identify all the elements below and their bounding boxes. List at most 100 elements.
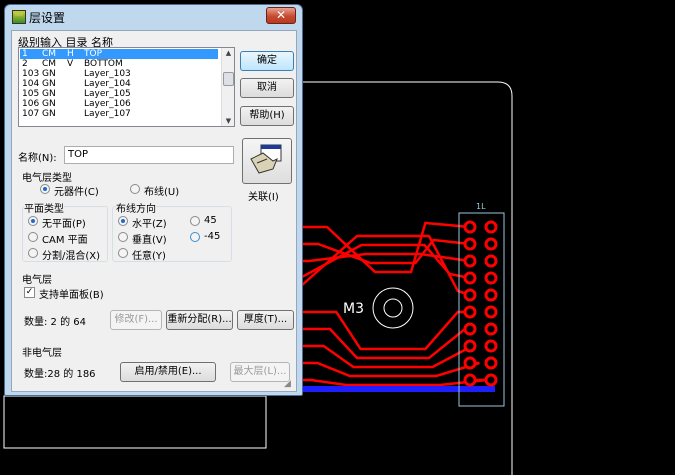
close-button[interactable]: ✕ — [266, 7, 296, 24]
layer-type-cell: GN — [42, 99, 56, 109]
connector-pad — [484, 271, 498, 285]
non-electrical-layer-count: 数量:28 的 186 — [24, 369, 96, 380]
dialog-title: 层设置 — [29, 11, 66, 25]
cam-plane-label: CAM 平面 — [42, 235, 88, 246]
layer-name-cell: Layer_103 — [84, 69, 131, 79]
scroll-up-arrow-icon[interactable]: ▲ — [223, 48, 234, 58]
cancel-button[interactable]: 取消 — [240, 78, 294, 98]
layer-level-cell: 107 — [22, 109, 40, 119]
split-mixed-label: 分割/混合(X) — [42, 251, 101, 262]
scroll-down-arrow-icon[interactable]: ▼ — [223, 116, 234, 126]
vertical-label: 垂直(V) — [132, 235, 167, 246]
layer-level-cell: 1 — [22, 49, 28, 59]
connector-pad — [463, 373, 477, 387]
scroll-thumb[interactable] — [223, 72, 234, 86]
horizontal-label: 水平(Z) — [132, 219, 167, 230]
electrical-layer-type-title: 电气层类型 — [22, 173, 72, 184]
connector-pad — [484, 237, 498, 251]
resize-grip-icon[interactable]: ◢ — [284, 379, 294, 389]
degm45-radio[interactable] — [190, 232, 200, 242]
component-label: M3 — [343, 301, 364, 317]
connector-ref-label: 1L — [476, 202, 486, 211]
mounting-hole-outer — [372, 287, 414, 329]
app-icon — [12, 10, 26, 24]
connector-pad — [484, 373, 498, 387]
deg45-radio[interactable] — [190, 216, 200, 226]
layer-type-cell: GN — [42, 69, 56, 79]
cam-plane-radio[interactable] — [28, 232, 38, 242]
connector-pad — [463, 322, 477, 336]
non-electrical-layers-title: 非电气层 — [22, 348, 62, 359]
thickness-button[interactable]: 厚度(T)... — [237, 310, 294, 330]
connector-pad — [484, 288, 498, 302]
layer-name-cell: Layer_105 — [84, 89, 131, 99]
name-field[interactable]: TOP — [64, 146, 234, 164]
associate-icon — [250, 144, 282, 174]
plane-type-title: 平面类型 — [24, 200, 64, 215]
layer-list-row[interactable]: 2 CM V BOTTOM — [20, 59, 218, 69]
layer-list[interactable]: ▲ ▼ 1 CM H TOP 2 CM V BOTTOM 103 GN Layer_103 104 GN… — [18, 47, 235, 127]
layer-list-row[interactable]: 104 GN Layer_104 — [20, 79, 218, 89]
enable-disable-button[interactable]: 启用/禁用(E)... — [120, 362, 216, 382]
routing-direction-title: 布线方向 — [116, 200, 156, 215]
layer-level-cell: 104 — [22, 79, 40, 89]
connector-pad — [463, 356, 477, 370]
connector-pad — [484, 356, 498, 370]
layer-list-row[interactable]: 107 GN Layer_107 — [20, 109, 218, 119]
layer-type-cell: GN — [42, 109, 56, 119]
any-direction-label: 任意(Y) — [132, 251, 166, 262]
component-radio-label: 元器件(C) — [54, 187, 99, 198]
layer-list-row[interactable]: 105 GN Layer_105 — [20, 89, 218, 99]
connector-pad — [463, 271, 477, 285]
component-radio[interactable] — [40, 184, 50, 194]
layer-dir-cell: V — [67, 59, 74, 69]
ok-button[interactable]: 确定 — [240, 51, 294, 71]
connector-pad — [484, 322, 498, 336]
layer-list-scrollbar[interactable]: ▲ ▼ — [221, 48, 234, 126]
vertical-radio[interactable] — [118, 232, 128, 242]
layer-type-cell: CM — [42, 59, 57, 69]
reassign-button[interactable]: 重新分配(R)... — [166, 310, 233, 330]
layer-name-cell: Layer_107 — [84, 109, 131, 119]
layer-name-cell: BOTTOM — [84, 59, 123, 69]
connector-pad — [484, 220, 498, 234]
routing-radio[interactable] — [130, 184, 140, 194]
layer-list-row[interactable]: 106 GN Layer_106 — [20, 99, 218, 109]
layer-list-row[interactable]: 103 GN Layer_103 — [20, 69, 218, 79]
connector-pad — [463, 288, 477, 302]
no-plane-label: 无平面(P) — [42, 219, 86, 230]
routing-radio-label: 布线(U) — [144, 187, 180, 198]
single-side-checkbox[interactable]: ✓ — [24, 287, 35, 298]
any-direction-radio[interactable] — [118, 248, 128, 258]
dialog-client-area: 级别输入 目录 名称 ▲ ▼ 1 CM H TOP 2 CM V BOTTOM 103 GN Lay… — [11, 30, 297, 392]
connector-pad — [463, 254, 477, 268]
connector-pad — [484, 305, 498, 319]
layer-dir-cell: H — [67, 49, 74, 59]
associate-button[interactable] — [242, 138, 292, 184]
connector-pad — [484, 254, 498, 268]
layer-settings-dialog: 层设置 ✕ 级别输入 目录 名称 ▲ ▼ 1 CM H TOP 2 CM V BOTTOM 10… — [4, 4, 303, 396]
help-button[interactable]: 帮助(H) — [240, 106, 294, 126]
layer-name-cell: Layer_104 — [84, 79, 131, 89]
split-mixed-radio[interactable] — [28, 248, 38, 258]
max-layers-button[interactable]: 最大层(L)... — [230, 362, 290, 382]
layer-type-cell: GN — [42, 89, 56, 99]
connector-pad — [463, 220, 477, 234]
layer-name-cell: TOP — [84, 49, 103, 59]
no-plane-radio[interactable] — [28, 216, 38, 226]
layer-level-cell: 105 — [22, 89, 40, 99]
layer-level-cell: 103 — [22, 69, 40, 79]
horizontal-radio[interactable] — [118, 216, 128, 226]
modify-button[interactable]: 修改(F)... — [110, 310, 162, 330]
layer-list-row[interactable]: 1 CM H TOP — [20, 49, 218, 59]
layer-level-cell: 2 — [22, 59, 28, 69]
layer-name-cell: Layer_106 — [84, 99, 131, 109]
dialog-titlebar[interactable]: 层设置 ✕ — [5, 5, 302, 29]
layer-type-cell: CM — [42, 49, 57, 59]
electrical-layer-count: 数量: 2 的 64 — [24, 317, 86, 328]
connector-pad — [463, 339, 477, 353]
connector-pad — [463, 305, 477, 319]
name-label: 名称(N): — [18, 153, 57, 164]
layer-level-cell: 106 — [22, 99, 40, 109]
connector-pad — [484, 339, 498, 353]
